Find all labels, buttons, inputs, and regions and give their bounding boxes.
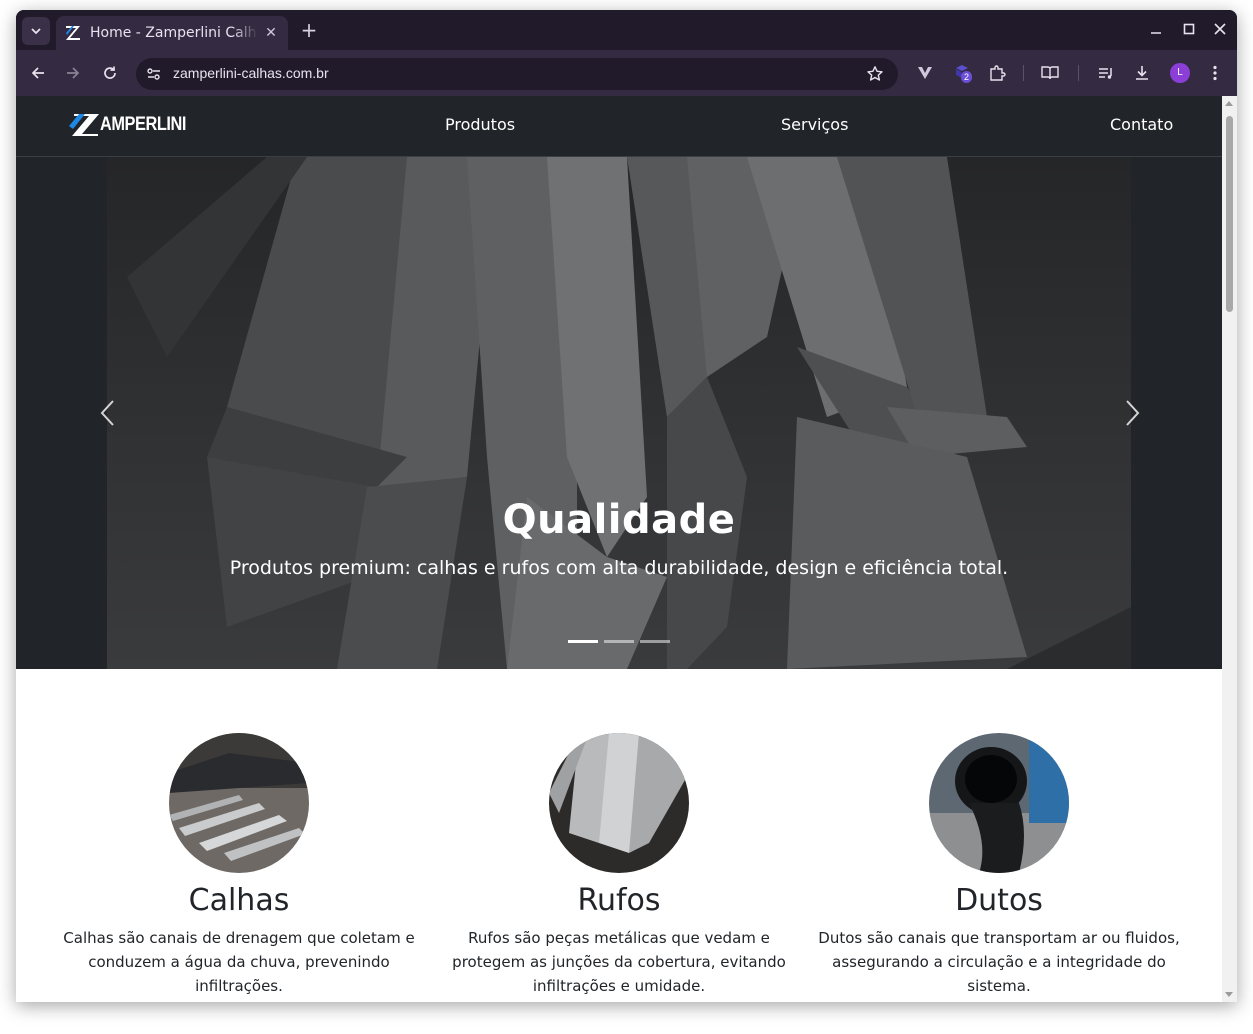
tab-title: Home - Zamperlini Calhas <box>90 25 258 41</box>
forward-icon[interactable] <box>63 63 83 83</box>
browser-toolbar: zamperlini-calhas.com.br 2 L <box>16 50 1237 96</box>
browser-window: Home - Zamperlini Calhas ✕ + zamperlini-… <box>16 10 1237 1002</box>
carousel-indicator-1[interactable] <box>568 640 598 643</box>
hero-caption: Qualidade Produtos premium: calhas e ruf… <box>16 497 1222 579</box>
media-queue-icon[interactable] <box>1096 63 1116 83</box>
url-text: zamperlini-calhas.com.br <box>173 65 329 81</box>
extensions-puzzle-icon[interactable] <box>987 63 1007 83</box>
carousel-prev-icon[interactable] <box>96 397 120 429</box>
rufos-image <box>549 733 689 873</box>
menu-kebab-icon[interactable] <box>1205 63 1225 83</box>
vpn-extension-icon[interactable] <box>915 63 935 83</box>
dutos-image <box>929 733 1069 873</box>
hero-carousel: Qualidade Produtos premium: calhas e ruf… <box>16 157 1222 669</box>
product-text-calhas: Calhas são canais de drenagem que coleta… <box>63 929 415 995</box>
nav-link-contato[interactable]: Contato <box>1110 115 1173 134</box>
calhas-image <box>169 733 309 873</box>
product-card-calhas: Calhas Calhas são canais de drenagem que… <box>49 733 429 998</box>
hero-slide-image <box>107 157 1131 669</box>
bookmark-star-icon[interactable] <box>866 65 884 83</box>
hero-title: Qualidade <box>502 497 736 543</box>
product-title-rufos: Rufos <box>577 883 661 918</box>
scrollbar-thumb[interactable] <box>1226 116 1233 312</box>
page-viewport: AMPERLINI Produtos Serviços Contato Qual… <box>16 96 1222 1002</box>
download-icon[interactable] <box>1132 63 1152 83</box>
toolbar-separator <box>1023 65 1024 81</box>
product-text-dutos: Dutos são canais que transportam ar ou f… <box>818 929 1180 995</box>
product-card-dutos: Dutos Dutos são canais que transportam a… <box>809 733 1189 998</box>
logo-wordmark: AMPERLINI <box>100 114 186 135</box>
scroll-down-icon[interactable] <box>1225 992 1233 997</box>
product-title-calhas: Calhas <box>188 883 290 918</box>
maximize-icon[interactable] <box>1180 22 1198 40</box>
zamperlini-favicon-icon <box>64 24 82 42</box>
back-icon[interactable] <box>28 63 48 83</box>
product-text-rufos: Rufos são peças metálicas que vedam e pr… <box>452 929 786 995</box>
tab-close-icon[interactable]: ✕ <box>262 24 280 42</box>
zamperlini-logo-mark-icon <box>69 114 99 136</box>
site-navbar: AMPERLINI Produtos Serviços Contato <box>16 96 1222 157</box>
new-tab-button[interactable]: + <box>298 20 320 42</box>
close-window-icon[interactable] <box>1211 22 1229 40</box>
minimize-icon[interactable] <box>1147 22 1165 40</box>
active-tab[interactable]: Home - Zamperlini Calhas ✕ <box>56 16 288 50</box>
address-bar[interactable]: zamperlini-calhas.com.br <box>136 58 898 90</box>
chevron-down-icon <box>31 28 41 35</box>
reload-icon[interactable] <box>100 63 120 83</box>
nav-link-produtos[interactable]: Produtos <box>445 115 515 134</box>
site-logo[interactable]: AMPERLINI <box>68 111 200 139</box>
tab-strip: Home - Zamperlini Calhas ✕ + <box>16 10 1237 50</box>
page-scrollbar[interactable] <box>1222 96 1237 1002</box>
hero-subtitle: Produtos premium: calhas e rufos com alt… <box>229 557 1009 579</box>
extension-badge-count: 2 <box>961 71 973 83</box>
carousel-next-icon[interactable] <box>1120 397 1144 429</box>
tab-search-button[interactable] <box>22 17 50 45</box>
carousel-indicator-3[interactable] <box>640 640 670 643</box>
scroll-up-icon[interactable] <box>1225 101 1233 106</box>
carousel-indicators <box>568 640 670 643</box>
product-title-dutos: Dutos <box>955 883 1043 918</box>
carousel-indicator-2[interactable] <box>604 640 634 643</box>
products-section: Calhas Calhas são canais de drenagem que… <box>16 669 1222 1002</box>
toolbar-separator <box>1078 65 1079 81</box>
site-info-icon[interactable] <box>146 66 162 82</box>
reading-mode-icon[interactable] <box>1040 63 1060 83</box>
profile-avatar[interactable]: L <box>1170 63 1190 83</box>
product-card-rufos: Rufos Rufos são peças metálicas que veda… <box>429 733 809 998</box>
nav-link-servicos[interactable]: Serviços <box>781 115 848 134</box>
extension-badge-icon[interactable]: 2 <box>952 63 973 83</box>
